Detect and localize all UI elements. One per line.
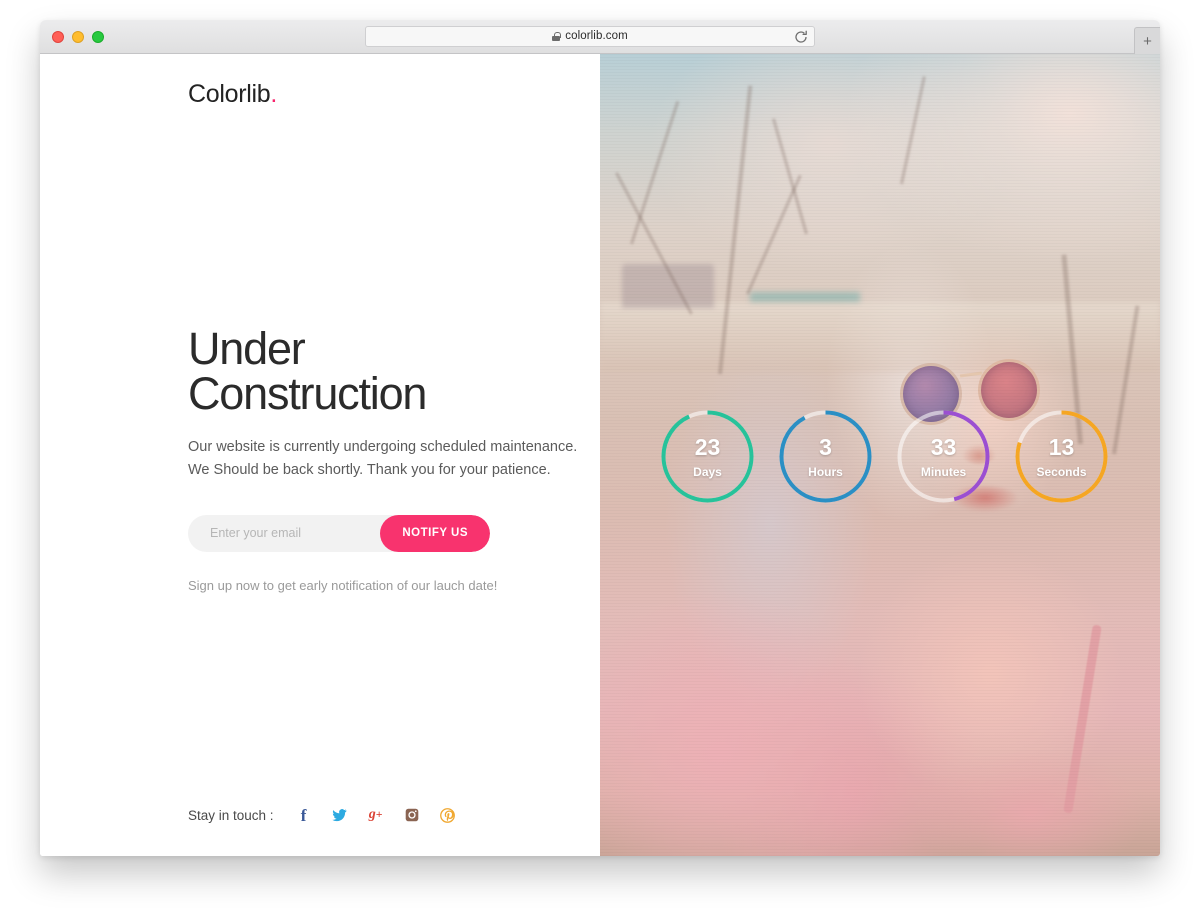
page-viewport: Colorlib. Under Construction Our website…	[40, 54, 1160, 856]
minimize-window-button[interactable]	[72, 31, 84, 43]
countdown-label-hours: Hours	[808, 464, 843, 479]
notify-us-button[interactable]: NOTIFY US	[380, 514, 490, 552]
page-title: Under Construction	[188, 323, 427, 419]
countdown-value-hours: 3	[819, 433, 832, 460]
window-controls	[52, 31, 104, 43]
pinterest-icon[interactable]	[440, 807, 456, 823]
signup-note: Sign up now to get early notification of…	[188, 577, 498, 593]
browser-titlebar: colorlib.com +	[40, 20, 1160, 54]
logo-text: Colorlib	[188, 80, 271, 108]
address-bar[interactable]: colorlib.com	[365, 26, 815, 47]
logo-dot: .	[270, 80, 278, 108]
hero-photo-pane: 23 Days 3 Hours 33 Minutes 13 Seconds	[600, 54, 1160, 856]
browser-window: colorlib.com + Colorlib. Under Construct…	[40, 20, 1160, 856]
countdown-value-days: 23	[694, 433, 721, 460]
countdown-value-minutes: 33	[930, 433, 957, 460]
hero-subtext: Our website is currently undergoing sche…	[188, 439, 578, 479]
countdown-label-seconds: Seconds	[1036, 464, 1087, 479]
twitter-icon[interactable]	[332, 807, 348, 823]
social-icons: f g +	[296, 807, 456, 824]
site-logo[interactable]: Colorlib.	[188, 80, 277, 109]
google-plus-icon[interactable]: g +	[368, 807, 384, 823]
email-field[interactable]	[188, 514, 381, 552]
countdown-label-minutes: Minutes	[920, 464, 967, 479]
countdown-unit-seconds: 13 Seconds	[1014, 409, 1109, 504]
countdown-unit-days: 23 Days	[660, 409, 755, 504]
close-window-button[interactable]	[52, 31, 64, 43]
countdown-label-days: Days	[693, 464, 722, 479]
countdown-unit-hours: 3 Hours	[778, 409, 873, 504]
maximize-window-button[interactable]	[92, 31, 104, 43]
countdown-timer: 23 Days 3 Hours 33 Minutes 13 Seconds	[660, 409, 1109, 504]
social-row: Stay in touch : f g +	[188, 807, 456, 824]
url-text: colorlib.com	[565, 29, 628, 42]
reload-icon[interactable]	[794, 30, 808, 44]
hero-block: Under Construction Our website is curren…	[188, 326, 588, 593]
new-tab-button[interactable]: +	[1134, 27, 1160, 54]
social-label: Stay in touch :	[188, 807, 274, 823]
lock-icon	[552, 32, 561, 41]
content-pane: Colorlib. Under Construction Our website…	[40, 54, 600, 856]
subscribe-form: NOTIFY US	[188, 514, 490, 552]
countdown-unit-minutes: 33 Minutes	[896, 409, 991, 504]
instagram-icon[interactable]	[404, 807, 420, 823]
facebook-icon[interactable]: f	[296, 807, 312, 824]
countdown-value-seconds: 13	[1048, 433, 1075, 460]
